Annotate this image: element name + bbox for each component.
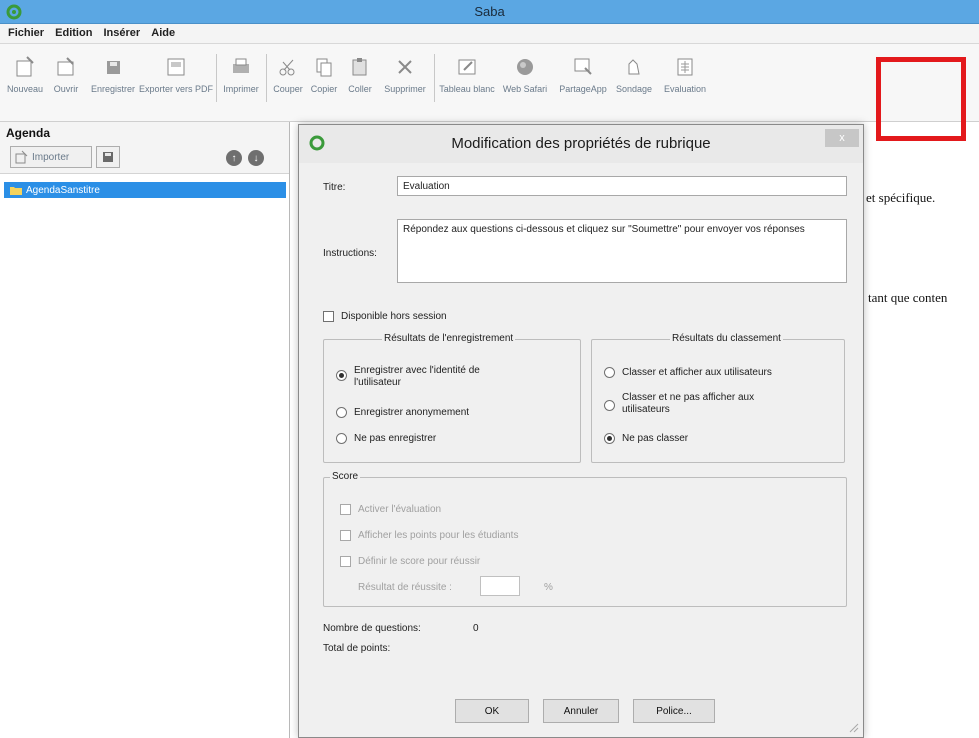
pass-result-label: Résultat de réussite : — [358, 582, 452, 593]
rank-no-show-label: Classer et ne pas afficher aux utilisate… — [622, 392, 755, 415]
move-down-icon[interactable]: ↓ — [248, 150, 264, 166]
document-text-line: tant que conten — [868, 290, 948, 305]
share-app-button[interactable]: PartageApp — [554, 48, 612, 110]
rank-and-show-radio[interactable] — [604, 367, 615, 378]
floppy-disk-icon — [107, 61, 120, 74]
do-not-record-label: Ne pas enregistrer — [354, 433, 437, 444]
delete-x-icon — [398, 60, 412, 74]
agenda-title: Agenda — [0, 122, 289, 142]
menu-fichier[interactable]: Fichier — [4, 24, 48, 39]
new-document-icon — [16, 56, 34, 77]
menu-inserer[interactable]: Insérer — [99, 24, 144, 39]
whiteboard-button[interactable]: Tableau blanc — [438, 48, 496, 110]
record-anonymous-label: Enregistrer anonymement — [354, 407, 470, 418]
rank-no-show-radio[interactable] — [604, 400, 615, 411]
do-not-rank-label: Ne pas classer — [622, 433, 689, 444]
agenda-save-button[interactable] — [96, 146, 120, 168]
copy-button[interactable]: Copier — [306, 48, 342, 110]
menu-bar: Fichier Edition Insérer Aide — [0, 24, 979, 44]
import-button[interactable]: Importer — [10, 146, 92, 168]
export-pdf-button[interactable]: Exporter vers PDF — [139, 48, 213, 110]
title-label: Titre: — [323, 182, 346, 193]
record-with-identity-radio[interactable] — [336, 370, 347, 381]
share-app-icon — [574, 58, 592, 75]
agenda-panel: Agenda Importer ↑ ↓ AgendaSanstitre — [0, 122, 290, 738]
save-button[interactable]: Enregistrer — [88, 48, 138, 110]
printer-icon — [233, 58, 249, 73]
agenda-tree-item[interactable]: AgendaSanstitre — [4, 182, 286, 198]
rank-and-show-label: Classer et afficher aux utilisateurs — [622, 367, 772, 378]
enable-evaluation-label: Activer l'évaluation — [358, 504, 442, 515]
window-title: Saba — [474, 4, 505, 19]
toolbar-separator — [434, 54, 435, 102]
new-button[interactable]: Nouveau — [6, 48, 44, 110]
import-icon — [15, 150, 28, 164]
menu-edition[interactable]: Edition — [51, 24, 96, 39]
instructions-field[interactable]: Répondez aux questions ci-dessous et cli… — [397, 219, 847, 283]
title-field[interactable]: Evaluation — [397, 176, 847, 196]
score-group: Score Activer l'évaluation Afficher les … — [323, 471, 847, 607]
question-count-label: Nombre de questions: — [323, 623, 421, 634]
cancel-button[interactable]: Annuler — [543, 699, 619, 723]
dialog-title-bar: Modification des propriétés de rubrique … — [299, 125, 863, 163]
delete-button[interactable]: Supprimer — [380, 48, 430, 110]
move-up-icon[interactable]: ↑ — [226, 150, 242, 166]
show-points-label: Afficher les points pour les étudiants — [358, 530, 519, 541]
instructions-label: Instructions: — [323, 248, 377, 259]
menu-aide[interactable]: Aide — [147, 24, 179, 39]
do-not-record-radio[interactable] — [336, 433, 347, 444]
ranking-results-group: Résultats du classement Classer et affic… — [591, 333, 845, 463]
font-button[interactable]: Police... — [633, 699, 715, 723]
agenda-toolbar: Importer ↑ ↓ — [0, 142, 289, 174]
dialog-title: Modification des propriétés de rubrique — [451, 135, 711, 152]
scissors-icon — [279, 59, 295, 76]
record-anonymous-radio[interactable] — [336, 407, 347, 418]
print-button[interactable]: Imprimer — [220, 48, 262, 110]
record-results-legend: Résultats de l'enregistrement — [382, 333, 516, 344]
whiteboard-icon — [458, 59, 476, 75]
copy-icon — [316, 58, 332, 77]
do-not-rank-radio[interactable] — [604, 433, 615, 444]
offline-checkbox[interactable] — [323, 311, 334, 322]
evaluation-button[interactable]: Evaluation — [660, 48, 710, 110]
title-bar: Saba — [0, 0, 979, 24]
close-button[interactable]: x — [825, 129, 859, 147]
pass-result-input[interactable] — [480, 576, 520, 596]
paste-clipboard-icon — [352, 58, 367, 76]
pass-result-unit: % — [544, 582, 553, 593]
toolbar-separator — [266, 54, 267, 102]
question-count-value: 0 — [473, 623, 479, 634]
toolbar-separator — [216, 54, 217, 102]
agenda-folder-icon — [10, 187, 22, 195]
globe-icon — [517, 59, 533, 75]
cut-button[interactable]: Couper — [270, 48, 306, 110]
poll-hand-icon — [628, 59, 640, 75]
floppy-disk-icon — [103, 152, 113, 162]
show-points-checkbox[interactable] — [340, 530, 351, 541]
open-button[interactable]: Ouvrir — [48, 48, 84, 110]
toolbar: Nouveau Ouvrir Enregistrer Exporter vers… — [0, 44, 979, 122]
define-score-label: Définir le score pour réussir — [358, 556, 481, 567]
evaluation-grid-icon — [677, 58, 693, 76]
score-legend: Score — [330, 471, 361, 482]
rubric-properties-dialog: Modification des propriétés de rubrique … — [298, 124, 864, 738]
enable-evaluation-checkbox[interactable] — [340, 504, 351, 515]
ok-button[interactable]: OK — [455, 699, 529, 723]
poll-button[interactable]: Sondage — [612, 48, 656, 110]
highlight-annotation — [876, 57, 966, 141]
web-safari-button[interactable]: Web Safari — [500, 48, 550, 110]
total-points-label: Total de points: — [323, 643, 391, 654]
record-with-identity-label: Enregistrer avec l'identité de l'utilisa… — [354, 365, 480, 388]
resize-grip-icon[interactable] — [847, 721, 859, 733]
paste-button[interactable]: Coller — [342, 48, 378, 110]
ranking-results-legend: Résultats du classement — [670, 333, 783, 344]
offline-label: Disponible hors session — [341, 311, 447, 322]
define-score-checkbox[interactable] — [340, 556, 351, 567]
record-results-group: Résultats de l'enregistrement Enregistre… — [323, 333, 581, 463]
export-pdf-icon — [167, 58, 185, 76]
open-folder-icon — [57, 57, 74, 76]
document-text-line: et spécifique. — [866, 190, 936, 205]
